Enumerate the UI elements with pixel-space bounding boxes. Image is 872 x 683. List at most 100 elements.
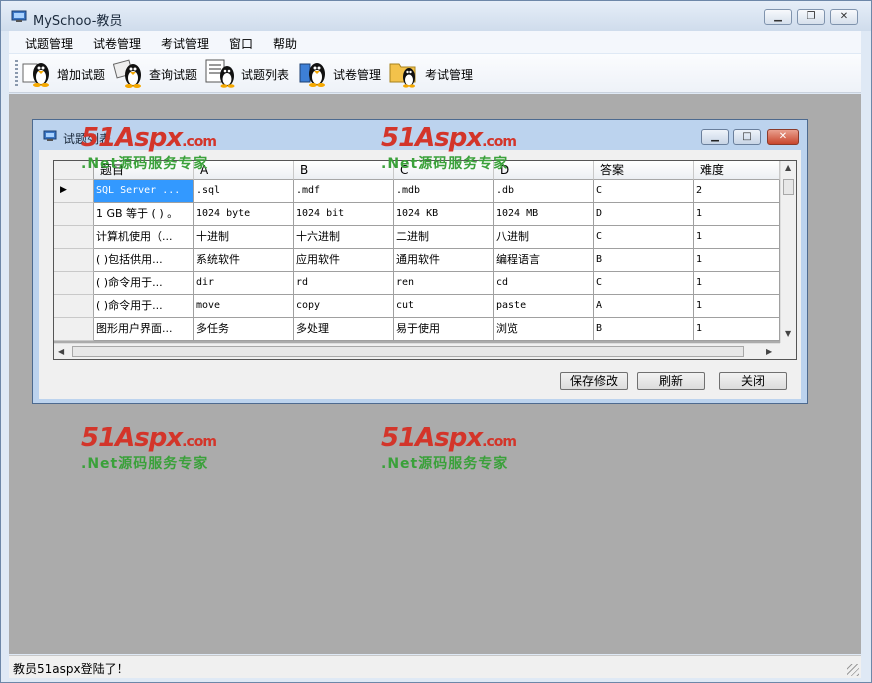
row-header[interactable] — [54, 226, 94, 249]
paper-management-button[interactable]: 试卷管理 — [297, 58, 385, 88]
close-form-button[interactable]: 关闭 — [719, 372, 787, 390]
grid-cell[interactable]: A — [594, 295, 694, 318]
exam-management-button[interactable]: 考试管理 — [389, 58, 477, 88]
grid-cell[interactable]: 易于使用 — [394, 318, 494, 341]
horizontal-scrollbar[interactable]: ◀ ▶ — [54, 343, 780, 359]
minimize-button[interactable]: ▁ — [764, 9, 792, 25]
grid-cell[interactable]: D — [594, 203, 694, 226]
grid-cell[interactable]: 二进制 — [394, 226, 494, 249]
child-maximize-button[interactable]: □ — [733, 129, 761, 145]
penguin-list-icon — [205, 59, 235, 88]
grid-cell[interactable]: .db — [494, 180, 594, 203]
row-header[interactable]: ▶ — [54, 180, 94, 203]
grid-cell[interactable]: C — [594, 226, 694, 249]
row-header[interactable] — [54, 272, 94, 295]
question-grid[interactable]: 题目 A B C D 答案 难度 ▶ SQL Server ... .sql .mdf… — [53, 160, 797, 360]
maximize-icon: □ — [742, 131, 752, 142]
child-close-button[interactable]: ✕ — [767, 129, 799, 145]
scroll-down-icon[interactable]: ▼ — [785, 329, 791, 338]
grid-cell[interactable]: C — [594, 272, 694, 295]
grid-cell[interactable]: ren — [394, 272, 494, 295]
resize-grip[interactable] — [847, 664, 859, 676]
col-header-b[interactable]: B — [294, 161, 394, 180]
grid-cell[interactable]: B — [594, 318, 694, 341]
grid-cell[interactable]: 1024 MB — [494, 203, 594, 226]
question-list-button[interactable]: 试题列表 — [205, 58, 293, 88]
grid-cell[interactable]: 八进制 — [494, 226, 594, 249]
vertical-scrollbar[interactable]: ▲ ▼ — [780, 161, 796, 343]
row-header[interactable] — [54, 295, 94, 318]
menu-help[interactable]: 帮助 — [273, 35, 297, 52]
col-header-difficulty[interactable]: 难度 — [694, 161, 780, 180]
grid-cell[interactable]: cd — [494, 272, 594, 295]
status-text: 教员51aspx登陆了！ — [13, 662, 129, 676]
grid-cell[interactable]: 1024 KB — [394, 203, 494, 226]
grid-cell[interactable]: 编程语言 — [494, 249, 594, 272]
watermark-3: 51Aspx.com .Net源码服务专家 — [81, 423, 241, 477]
grid-cell[interactable]: ( )命令用于... — [94, 272, 194, 295]
row-header[interactable] — [54, 249, 94, 272]
row-header[interactable] — [54, 318, 94, 341]
save-changes-button[interactable]: 保存修改 — [560, 372, 628, 390]
toolbar-grip[interactable] — [15, 60, 18, 86]
search-question-button[interactable]: 查询试题 — [113, 58, 201, 88]
menu-questions[interactable]: 试题管理 — [25, 35, 73, 52]
add-question-label: 增加试题 — [57, 68, 106, 82]
grid-cell[interactable]: 多任务 — [194, 318, 294, 341]
row-header[interactable] — [54, 203, 94, 226]
grid-cell[interactable]: 2 — [694, 180, 780, 203]
title-bar[interactable]: MySchoo-教员 ▁ ❐ ✕ — [1, 1, 871, 31]
menu-window[interactable]: 窗口 — [229, 35, 253, 52]
grid-cell[interactable]: paste — [494, 295, 594, 318]
grid-cell[interactable]: ( )包括供用... — [94, 249, 194, 272]
grid-cell[interactable]: 1024 byte — [194, 203, 294, 226]
restore-button[interactable]: ❐ — [797, 9, 825, 25]
menu-papers[interactable]: 试卷管理 — [93, 35, 141, 52]
col-header-answer[interactable]: 答案 — [594, 161, 694, 180]
grid-cell[interactable]: copy — [294, 295, 394, 318]
grid-cell[interactable]: 1 — [694, 272, 780, 295]
child-minimize-button[interactable]: ▁ — [701, 129, 729, 145]
grid-cell[interactable]: 图形用户界面... — [94, 318, 194, 341]
grid-cell[interactable]: 1 — [694, 226, 780, 249]
grid-cell[interactable]: 浏览 — [494, 318, 594, 341]
grid-cell[interactable]: move — [194, 295, 294, 318]
watermark-logo: 51Aspx.com — [81, 123, 217, 153]
grid-cell[interactable]: 1 — [694, 249, 780, 272]
grid-cell[interactable]: 1 — [694, 295, 780, 318]
vertical-scroll-thumb[interactable] — [783, 179, 794, 195]
watermark-logo: 51Aspx.com — [381, 423, 517, 453]
scroll-left-icon[interactable]: ◀ — [58, 347, 64, 356]
horizontal-scroll-thumb[interactable] — [72, 346, 744, 357]
grid-cell[interactable]: 1 GB 等于 ( ) 。 — [94, 203, 194, 226]
refresh-button[interactable]: 刷新 — [637, 372, 705, 390]
grid-cell[interactable]: 1 — [694, 203, 780, 226]
watermark-subtitle: .Net源码服务专家 — [381, 156, 509, 172]
menu-exams[interactable]: 考试管理 — [161, 35, 209, 52]
grid-cell[interactable]: SQL Server ... — [94, 180, 194, 203]
close-button[interactable]: ✕ — [830, 9, 858, 25]
grid-cell[interactable]: B — [594, 249, 694, 272]
grid-cell[interactable]: 计算机使用（... — [94, 226, 194, 249]
grid-cell[interactable]: 十进制 — [194, 226, 294, 249]
grid-cell[interactable]: dir — [194, 272, 294, 295]
grid-cell[interactable]: C — [594, 180, 694, 203]
grid-cell[interactable]: ( )命令用于... — [94, 295, 194, 318]
grid-cell[interactable]: 通用软件 — [394, 249, 494, 272]
grid-cell[interactable]: 系统软件 — [194, 249, 294, 272]
grid-cell[interactable]: 1024 bit — [294, 203, 394, 226]
grid-cell[interactable]: .sql — [194, 180, 294, 203]
watermark-suffix: .com — [182, 434, 217, 450]
scroll-right-icon[interactable]: ▶ — [766, 347, 772, 356]
current-row-icon: ▶ — [60, 185, 67, 195]
grid-cell[interactable]: 多处理 — [294, 318, 394, 341]
grid-cell[interactable]: rd — [294, 272, 394, 295]
scroll-up-icon[interactable]: ▲ — [785, 163, 791, 172]
grid-cell[interactable]: 十六进制 — [294, 226, 394, 249]
grid-cell[interactable]: cut — [394, 295, 494, 318]
add-question-button[interactable]: 增加试题 — [21, 58, 109, 88]
grid-cell[interactable]: .mdf — [294, 180, 394, 203]
grid-cell[interactable]: 1 — [694, 318, 780, 341]
grid-cell[interactable]: .mdb — [394, 180, 494, 203]
grid-cell[interactable]: 应用软件 — [294, 249, 394, 272]
